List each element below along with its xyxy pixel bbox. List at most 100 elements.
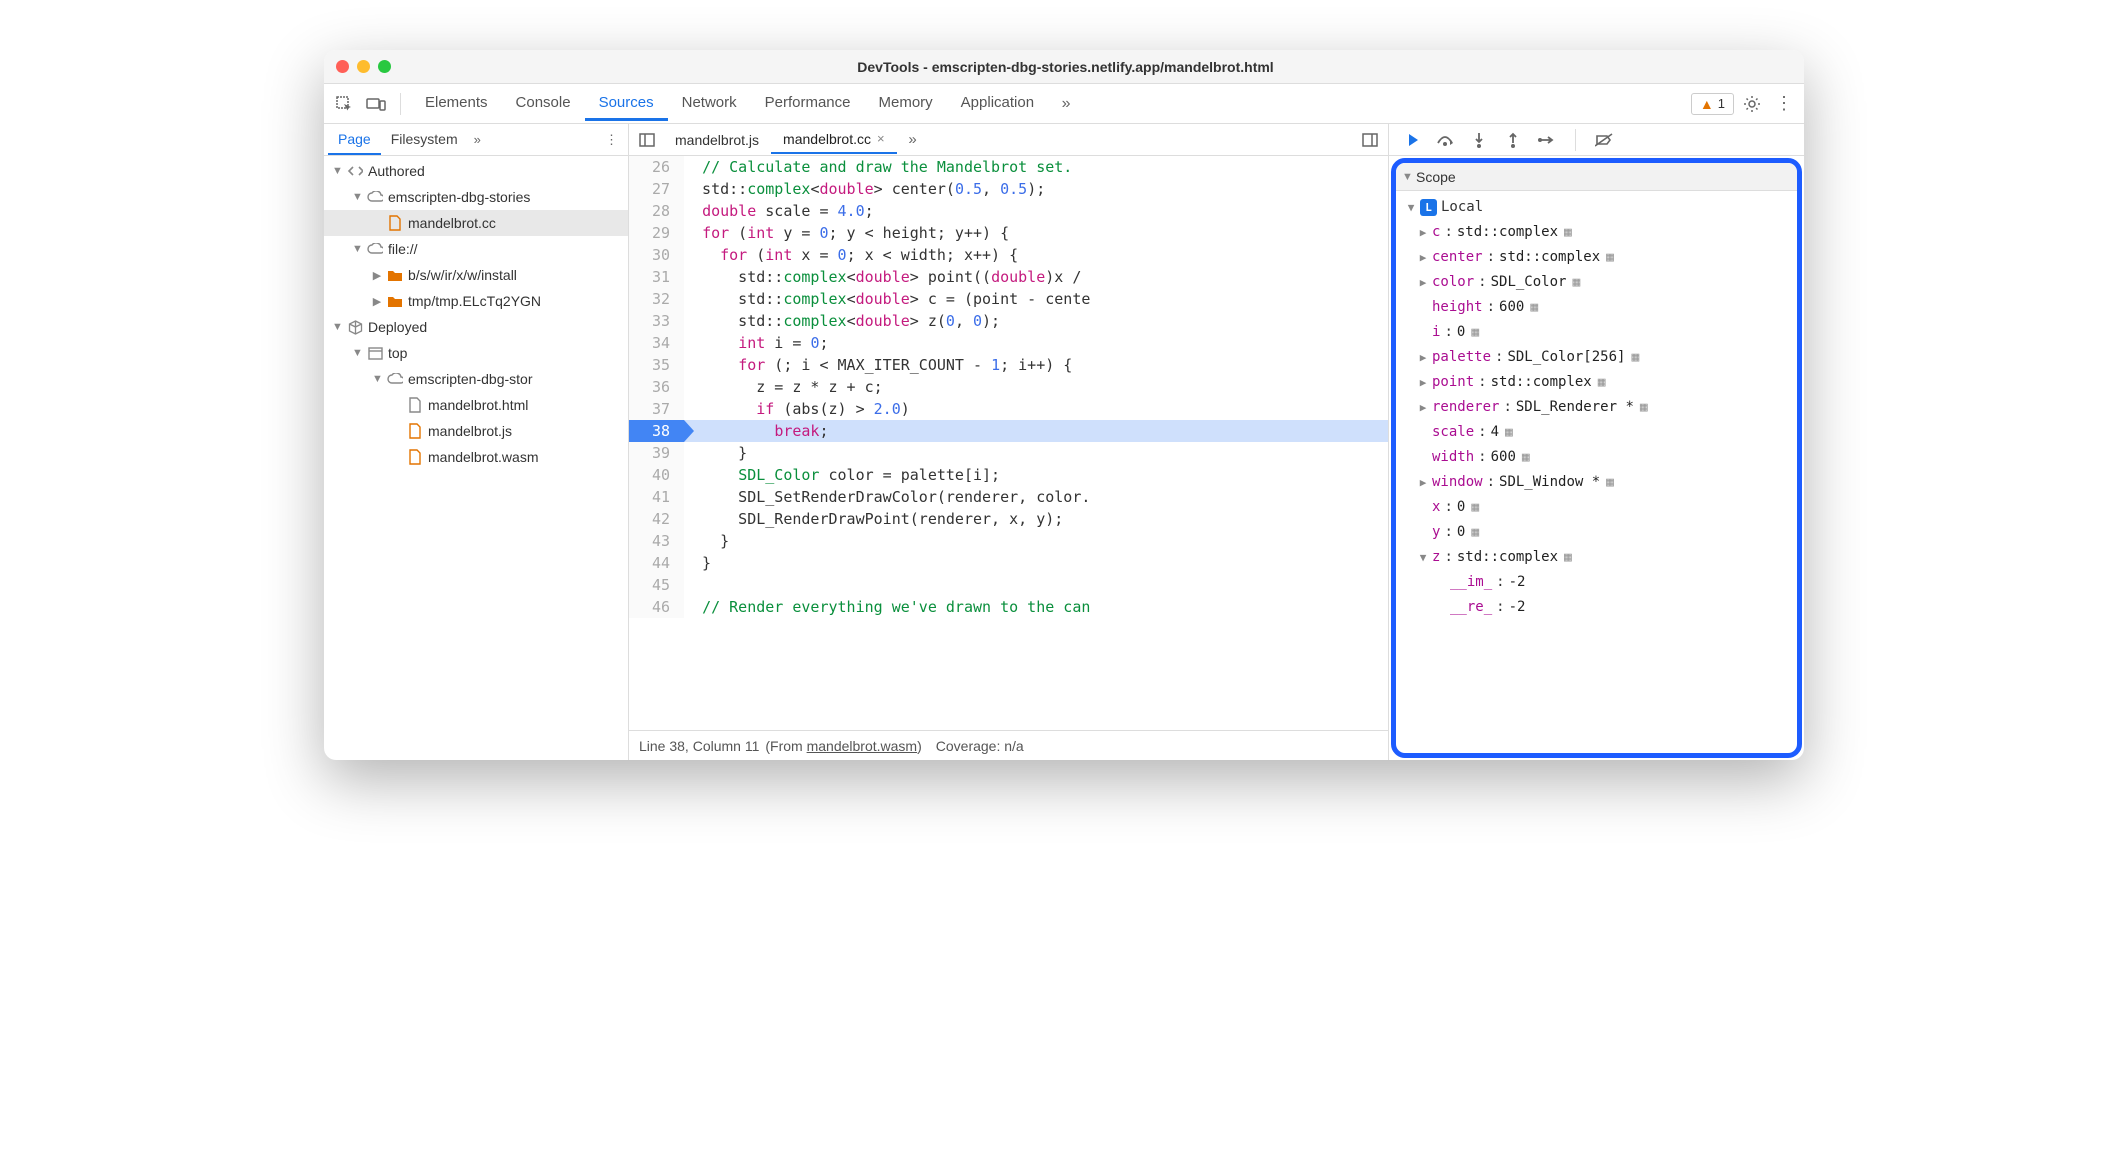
code-line[interactable]: 44 } — [629, 552, 1388, 574]
device-icon[interactable] — [362, 90, 390, 118]
editor-tab[interactable]: mandelbrot.js — [663, 126, 771, 154]
tab-network[interactable]: Network — [668, 86, 751, 121]
tree-item[interactable]: mandelbrot.wasm — [324, 444, 628, 470]
memory-icon[interactable]: ▦ — [1598, 370, 1606, 395]
scope-variable[interactable]: i: 0▦ — [1400, 320, 1793, 345]
code-line[interactable]: 31 std::complex<double> point((double)x … — [629, 266, 1388, 288]
tree-item[interactable]: ▼file:// — [324, 236, 628, 262]
memory-icon[interactable]: ▦ — [1640, 395, 1648, 420]
code-line[interactable]: 29 for (int y = 0; y < height; y++) { — [629, 222, 1388, 244]
memory-icon[interactable]: ▦ — [1606, 245, 1614, 270]
scope-variable[interactable]: ▶renderer: SDL_Renderer *▦ — [1400, 395, 1793, 420]
kebab-icon[interactable]: ⋮ — [1770, 90, 1798, 118]
tab-application[interactable]: Application — [947, 86, 1048, 121]
scope-variable[interactable]: ▶color: SDL_Color▦ — [1400, 270, 1793, 295]
memory-icon[interactable]: ▦ — [1471, 495, 1479, 520]
scope-variable[interactable]: __re_: -2 — [1400, 595, 1793, 620]
file-orange-icon — [407, 423, 423, 439]
tree-item[interactable]: mandelbrot.html — [324, 392, 628, 418]
tree-item[interactable]: ▼emscripten-dbg-stor — [324, 366, 628, 392]
memory-icon[interactable]: ▦ — [1505, 420, 1513, 445]
source-map-link[interactable]: mandelbrot.wasm — [807, 738, 918, 754]
step-into-icon[interactable] — [1467, 128, 1491, 152]
deactivate-breakpoints-icon[interactable] — [1592, 128, 1616, 152]
editor-more-icon[interactable]: » — [899, 126, 927, 154]
toggle-debugger-icon[interactable] — [1356, 126, 1384, 154]
code-line[interactable]: 35 for (; i < MAX_ITER_COUNT - 1; i++) { — [629, 354, 1388, 376]
code-line[interactable]: 33 std::complex<double> z(0, 0); — [629, 310, 1388, 332]
scope-variable[interactable]: __im_: -2 — [1400, 570, 1793, 595]
code-line[interactable]: 45 — [629, 574, 1388, 596]
code-line[interactable]: 32 std::complex<double> c = (point - cen… — [629, 288, 1388, 310]
memory-icon[interactable]: ▦ — [1564, 220, 1572, 245]
scope-variable[interactable]: height: 600▦ — [1400, 295, 1793, 320]
scope-variable[interactable]: ▶point: std::complex▦ — [1400, 370, 1793, 395]
scope-variable[interactable]: ▶center: std::complex▦ — [1400, 245, 1793, 270]
tree-item[interactable]: mandelbrot.js — [324, 418, 628, 444]
code-line[interactable]: 36 z = z * z + c; — [629, 376, 1388, 398]
code-line[interactable]: 30 for (int x = 0; x < width; x++) { — [629, 244, 1388, 266]
code-line[interactable]: 27 std::complex<double> center(0.5, 0.5)… — [629, 178, 1388, 200]
inspect-icon[interactable] — [330, 90, 358, 118]
step-out-icon[interactable] — [1501, 128, 1525, 152]
main-area: PageFilesystem » ⋮ ▼Authored▼emscripten-… — [324, 124, 1804, 760]
tab-performance[interactable]: Performance — [751, 86, 865, 121]
code-line[interactable]: 40 SDL_Color color = palette[i]; — [629, 464, 1388, 486]
tab-memory[interactable]: Memory — [865, 86, 947, 121]
tab-console[interactable]: Console — [502, 86, 585, 121]
tab-elements[interactable]: Elements — [411, 86, 502, 121]
resume-icon[interactable] — [1399, 128, 1423, 152]
file-tree[interactable]: ▼Authored▼emscripten-dbg-storiesmandelbr… — [324, 156, 628, 760]
code-line[interactable]: 28 double scale = 4.0; — [629, 200, 1388, 222]
toggle-navigator-icon[interactable] — [633, 126, 661, 154]
code-line[interactable]: 46 // Render everything we've drawn to t… — [629, 596, 1388, 618]
tree-item[interactable]: ▶b/s/w/ir/x/w/install — [324, 262, 628, 288]
scope-variable[interactable]: x: 0▦ — [1400, 495, 1793, 520]
scope-variable[interactable]: ▶window: SDL_Window *▦ — [1400, 470, 1793, 495]
memory-icon[interactable]: ▦ — [1471, 320, 1479, 345]
code-editor[interactable]: 26 // Calculate and draw the Mandelbrot … — [629, 156, 1388, 730]
memory-icon[interactable]: ▦ — [1572, 270, 1580, 295]
scope-variable[interactable]: ▼z: std::complex▦ — [1400, 545, 1793, 570]
scope-variable[interactable]: width: 600▦ — [1400, 445, 1793, 470]
memory-icon[interactable]: ▦ — [1471, 520, 1479, 545]
step-over-icon[interactable] — [1433, 128, 1457, 152]
step-icon[interactable] — [1535, 128, 1559, 152]
tree-item[interactable]: ▶tmp/tmp.ELcTq2YGN — [324, 288, 628, 314]
tree-item[interactable]: ▼top — [324, 340, 628, 366]
scope-variable[interactable]: y: 0▦ — [1400, 520, 1793, 545]
warnings-badge[interactable]: ▲ 1 — [1691, 93, 1734, 115]
more-tabs-icon[interactable]: » — [1052, 90, 1080, 118]
memory-icon[interactable]: ▦ — [1631, 345, 1639, 370]
tab-sources[interactable]: Sources — [585, 86, 668, 121]
sources-sidebar: PageFilesystem » ⋮ ▼Authored▼emscripten-… — [324, 124, 629, 760]
code-line[interactable]: 42 SDL_RenderDrawPoint(renderer, x, y); — [629, 508, 1388, 530]
scope-variable[interactable]: ▶c: std::complex▦ — [1400, 220, 1793, 245]
scope-local[interactable]: ▼ L Local — [1400, 195, 1793, 220]
editor-tab[interactable]: mandelbrot.cc× — [771, 126, 897, 154]
code-line[interactable]: 34 int i = 0; — [629, 332, 1388, 354]
code-line[interactable]: 41 SDL_SetRenderDrawColor(renderer, colo… — [629, 486, 1388, 508]
settings-icon[interactable] — [1738, 90, 1766, 118]
tree-item[interactable]: ▼Authored — [324, 158, 628, 184]
memory-icon[interactable]: ▦ — [1564, 545, 1572, 570]
sidebar-kebab-icon[interactable]: ⋮ — [599, 132, 624, 148]
memory-icon[interactable]: ▦ — [1522, 445, 1530, 470]
tree-item[interactable]: ▼Deployed — [324, 314, 628, 340]
close-tab-icon[interactable]: × — [877, 131, 885, 146]
scope-variable[interactable]: scale: 4▦ — [1400, 420, 1793, 445]
tree-item[interactable]: mandelbrot.cc — [324, 210, 628, 236]
tree-item[interactable]: ▼emscripten-dbg-stories — [324, 184, 628, 210]
scope-header[interactable]: ▼Scope — [1396, 163, 1797, 191]
sidebar-tab-filesystem[interactable]: Filesystem — [381, 125, 468, 155]
memory-icon[interactable]: ▦ — [1530, 295, 1538, 320]
scope-variable[interactable]: ▶palette: SDL_Color[256]▦ — [1400, 345, 1793, 370]
code-line[interactable]: 43 } — [629, 530, 1388, 552]
code-line[interactable]: 38 break; — [629, 420, 1388, 442]
code-line[interactable]: 37 if (abs(z) > 2.0) — [629, 398, 1388, 420]
code-line[interactable]: 26 // Calculate and draw the Mandelbrot … — [629, 156, 1388, 178]
memory-icon[interactable]: ▦ — [1606, 470, 1614, 495]
sidebar-tab-page[interactable]: Page — [328, 125, 381, 155]
sidebar-more-icon[interactable]: » — [468, 132, 487, 147]
code-line[interactable]: 39 } — [629, 442, 1388, 464]
